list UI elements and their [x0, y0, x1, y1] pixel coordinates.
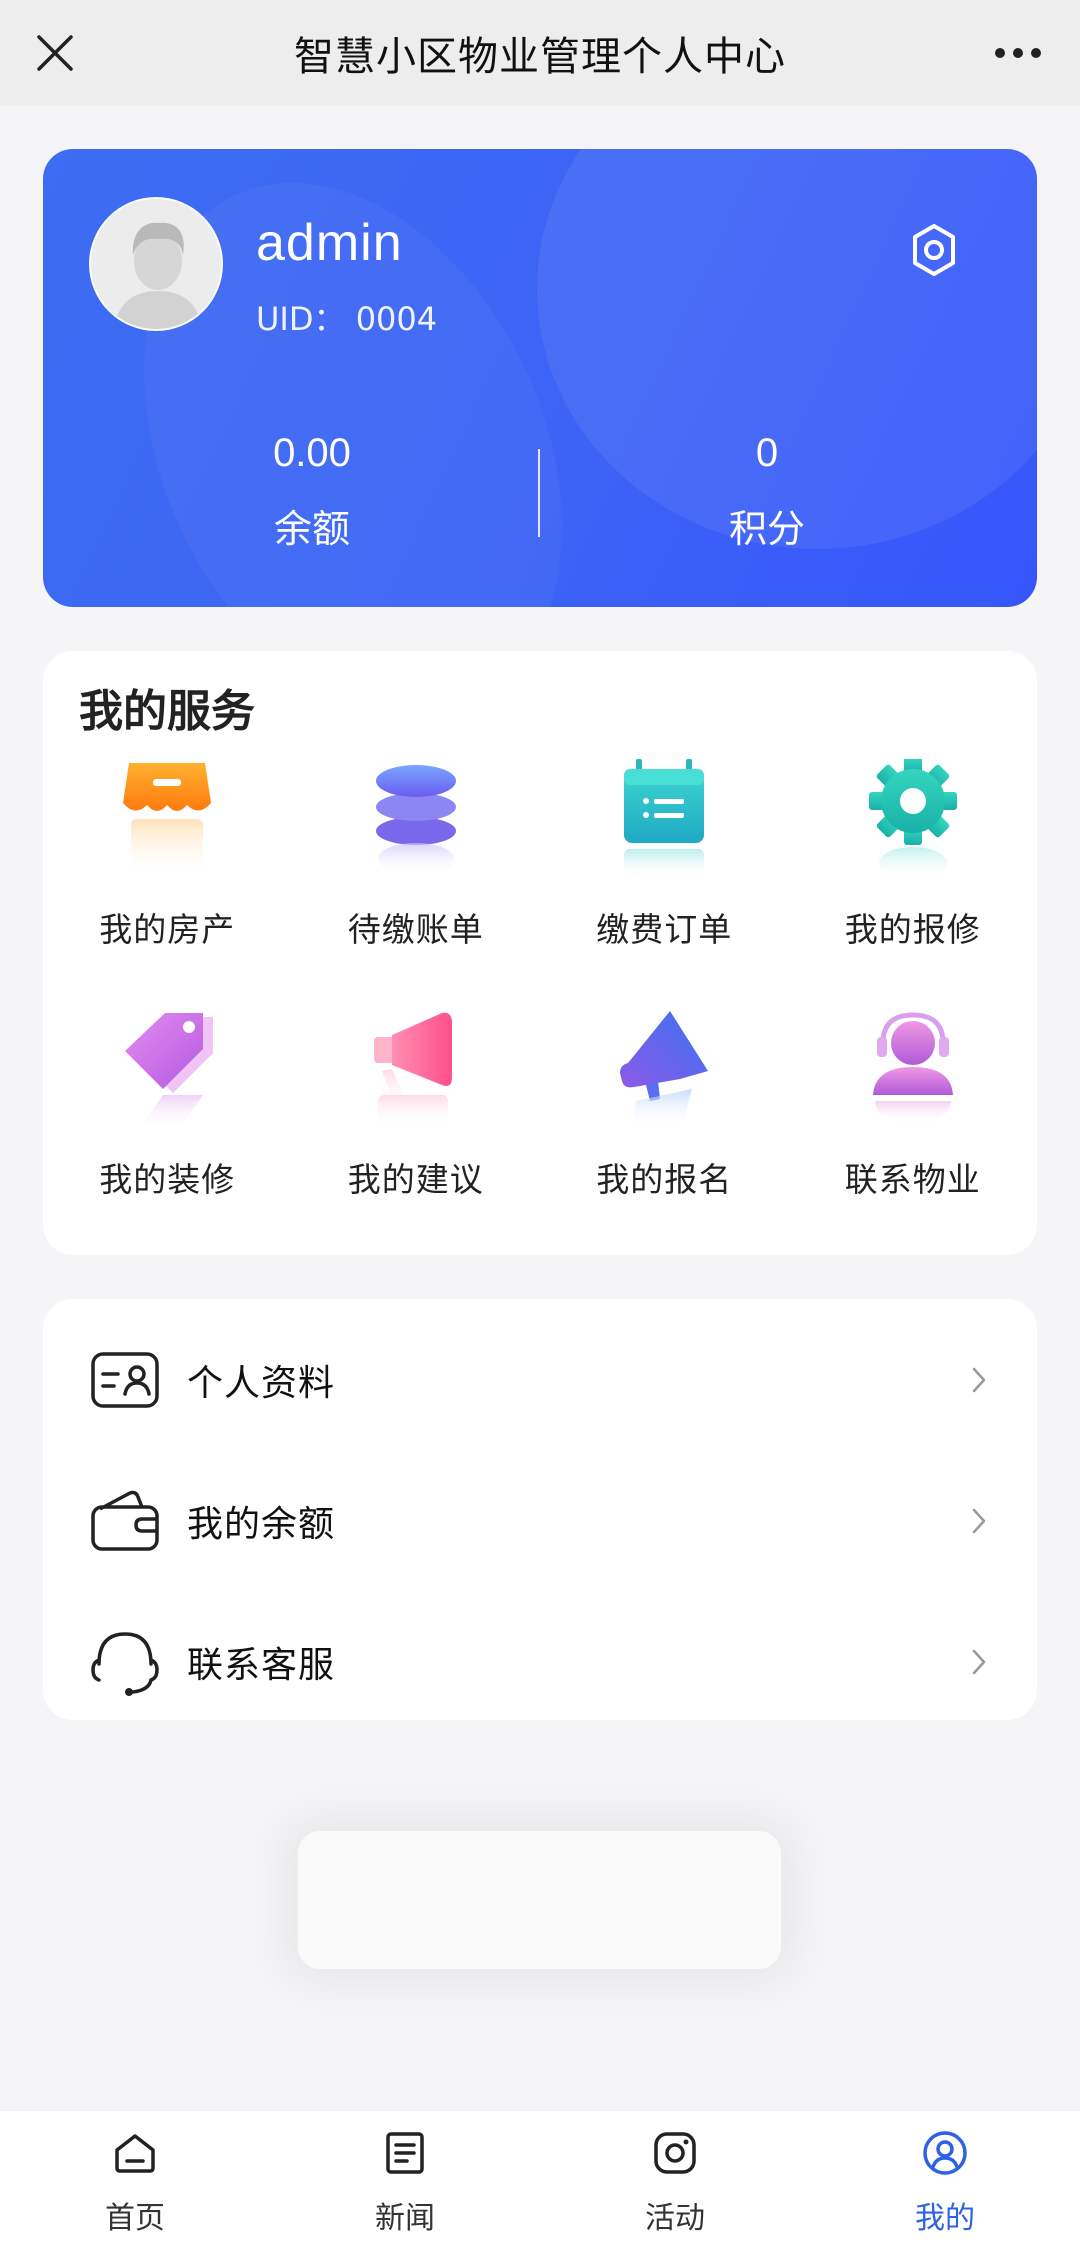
- toast-popup: [298, 1831, 781, 1969]
- gear-icon[interactable]: [899, 215, 969, 285]
- service-label: 我的报修: [844, 910, 981, 949]
- database-stack-icon: [361, 759, 471, 899]
- service-label: 我的报名: [596, 1160, 733, 1199]
- service-label: 我的房产: [99, 910, 236, 949]
- username: admin: [256, 214, 403, 272]
- menu-label: 个人资料: [187, 1362, 336, 1404]
- balance-value: 0.00: [273, 431, 351, 475]
- service-my-suggestions[interactable]: 我的建议: [292, 1009, 541, 1239]
- service-pending-bills[interactable]: 待缴账单: [292, 759, 541, 1009]
- menu-item-balance[interactable]: 我的余额: [43, 1450, 1037, 1591]
- tab-news[interactable]: 新闻: [270, 2111, 540, 2247]
- headset-person-icon: [858, 1009, 968, 1149]
- balance-stat[interactable]: 0.00 余额: [162, 431, 462, 553]
- service-my-registration[interactable]: 我的报名: [540, 1009, 789, 1239]
- wallet-icon: [87, 1483, 163, 1559]
- user-circle-icon: [919, 2127, 971, 2179]
- tab-label: 活动: [645, 2201, 705, 2236]
- points-label: 积分: [728, 507, 805, 551]
- menu-item-profile[interactable]: 个人资料: [43, 1309, 1037, 1450]
- megaphone-icon: [361, 1009, 471, 1149]
- calendar-list-icon: [609, 759, 719, 899]
- shop-awning-icon: [112, 759, 222, 899]
- tab-bar: 首页 新闻 活动 我的: [0, 2110, 1080, 2247]
- chevron-right-icon: [967, 1503, 991, 1539]
- news-icon: [379, 2127, 431, 2179]
- balance-label: 余额: [273, 507, 350, 551]
- camera-icon: [649, 2127, 701, 2179]
- user-id: UID： 0004: [256, 294, 437, 340]
- service-my-renovation[interactable]: 我的装修: [43, 1009, 292, 1239]
- tab-mine[interactable]: 我的: [810, 2111, 1080, 2247]
- service-my-repairs[interactable]: 我的报修: [789, 759, 1038, 1009]
- uid-value: 0004: [355, 300, 438, 338]
- service-label: 待缴账单: [347, 910, 484, 949]
- tab-home[interactable]: 首页: [0, 2111, 270, 2247]
- menu-item-customer-service[interactable]: 联系客服: [43, 1591, 1037, 1732]
- services-grid: 我的房产 待缴账单 缴费订单 我的报修 我的装修 我的建议 我的报名 联系物业: [43, 759, 1037, 1239]
- bullhorn-icon: [609, 1009, 719, 1149]
- home-icon: [109, 2127, 161, 2179]
- avatar[interactable]: [89, 197, 223, 331]
- tab-label: 首页: [105, 2201, 165, 2236]
- services-title: 我的服务: [79, 686, 255, 737]
- menu-label: 联系客服: [187, 1644, 336, 1686]
- profile-card: admin UID： 0004 0.00 余额 0 积分: [43, 149, 1037, 607]
- points-value: 0: [755, 431, 779, 475]
- top-bar: 智慧小区物业管理个人中心: [0, 0, 1080, 106]
- chevron-right-icon: [967, 1362, 991, 1398]
- chevron-right-icon: [967, 1644, 991, 1680]
- divider: [538, 449, 540, 537]
- gear-icon: [858, 759, 968, 899]
- tag-icon: [112, 1009, 222, 1149]
- close-icon[interactable]: [26, 24, 84, 82]
- service-my-property[interactable]: 我的房产: [43, 759, 292, 1009]
- menu-label: 我的余额: [187, 1503, 336, 1545]
- tab-label: 我的: [915, 2201, 975, 2236]
- headset-icon: [87, 1624, 163, 1700]
- points-stat[interactable]: 0 积分: [617, 431, 917, 553]
- page-title: 智慧小区物业管理个人中心: [294, 34, 786, 80]
- service-contact-property[interactable]: 联系物业: [789, 1009, 1038, 1239]
- service-label: 缴费订单: [596, 910, 733, 949]
- tab-label: 新闻: [375, 2201, 435, 2236]
- service-label: 我的装修: [99, 1160, 236, 1199]
- uid-label: UID：: [256, 300, 346, 338]
- service-label: 联系物业: [844, 1160, 981, 1199]
- service-label: 我的建议: [347, 1160, 484, 1199]
- tab-activities[interactable]: 活动: [540, 2111, 810, 2247]
- service-payment-orders[interactable]: 缴费订单: [540, 759, 789, 1009]
- id-card-icon: [87, 1342, 163, 1418]
- settings-menu: 个人资料 我的余额 联系客服: [43, 1299, 1037, 1720]
- services-panel: 我的服务 我的房产 待缴账单 缴费订单 我的报修 我的装修 我的建议 我的报名 …: [43, 651, 1037, 1255]
- more-icon[interactable]: [986, 24, 1050, 82]
